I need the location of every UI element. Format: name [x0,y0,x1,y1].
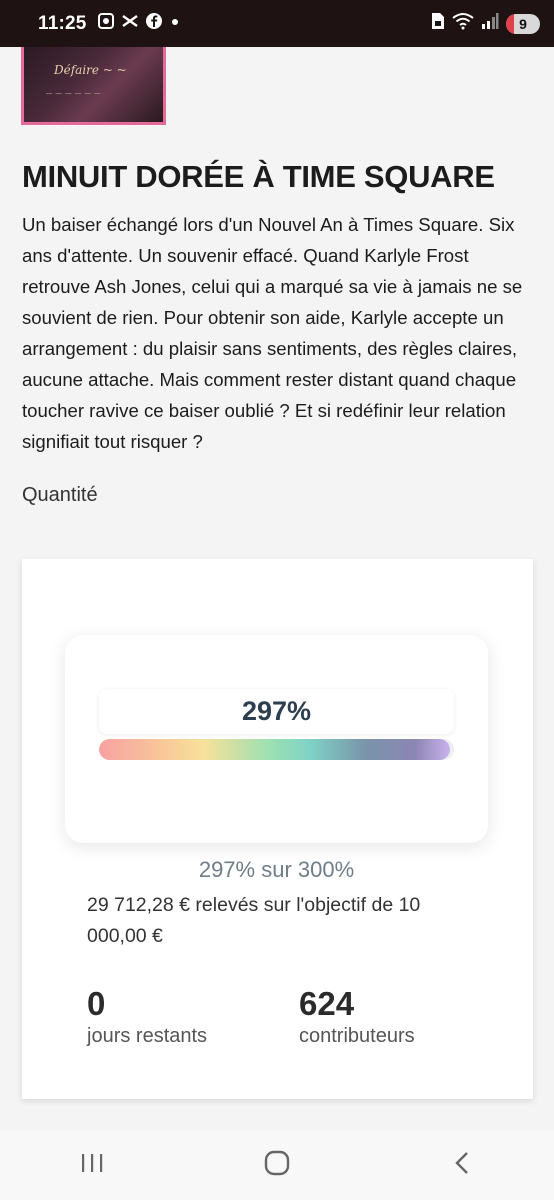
home-button[interactable] [247,1146,307,1186]
cover-art-script: Défaire ~ ~ [54,63,127,77]
sim-icon [429,12,445,35]
facebook-icon [145,12,163,35]
battery-low-fill [506,13,514,34]
progress-bar-fill [99,739,451,760]
contributors-label: contributeurs [299,1025,415,1047]
back-icon [452,1150,472,1181]
progress-card: 297% 297% sur 300% [65,635,488,882]
status-bar: 11:25 9 [0,0,554,47]
navigation-bar [0,1131,554,1200]
product-title: MINUIT DORÉE À TIME SQUARE [22,159,495,194]
screenshot-icon [97,12,115,35]
days-remaining-value: 0 [87,985,106,1022]
dot-icon [169,15,181,33]
signal-icon [481,12,499,35]
recent-apps-button[interactable] [62,1146,122,1186]
funding-card: 297% 297% sur 300% 29 712,28 € relevés s… [22,559,533,1099]
book-cover-image[interactable]: Défaire ~ ~ — — — — — — [21,47,166,125]
battery-level: 9 [519,15,527,32]
percent-funded: 297% [99,689,454,734]
recent-apps-icon [79,1152,105,1179]
contributors-value: 624 [299,985,355,1022]
raised-amount: 29 712,28 € relevés sur l'objectif de 10… [87,894,421,947]
days-remaining-stat: 0 jours restants [87,985,207,1049]
progress-bar [99,739,454,760]
cover-art-lines: — — — — — — [46,91,102,97]
contributors-stat: 624 contributeurs [299,985,415,1049]
status-time: 11:25 [38,12,87,34]
quantity-label: Quantité [22,484,98,506]
back-button[interactable] [432,1146,492,1186]
progress-text: 297% sur 300% [198,857,355,882]
wifi-icon [452,12,474,35]
days-remaining-label: jours restants [87,1025,208,1047]
capcut-icon [121,12,139,35]
battery-indicator: 9 [506,13,540,34]
product-description: Un baiser échangé lors d'un Nouvel An à … [22,214,523,452]
home-icon [263,1149,291,1182]
